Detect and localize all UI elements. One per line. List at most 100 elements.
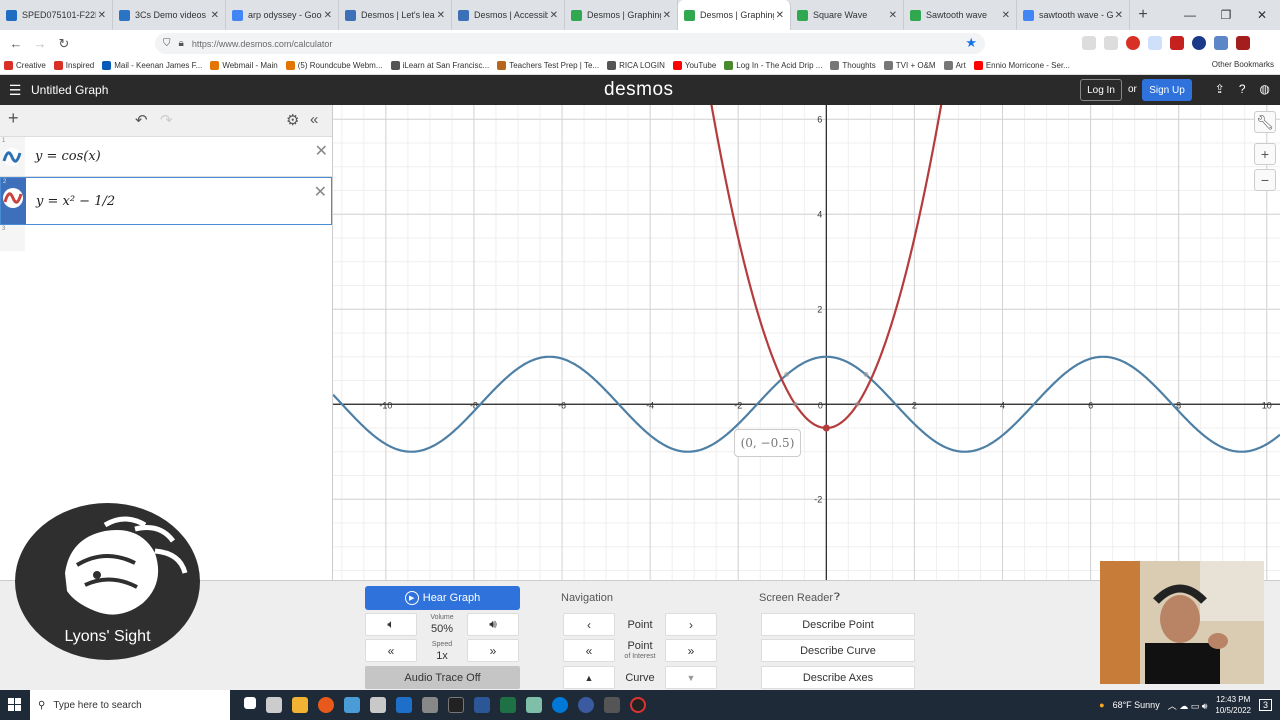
expression-row-1[interactable]: 1 y = cos(x) ✕ bbox=[0, 137, 332, 177]
collapse-panel-icon[interactable]: « bbox=[310, 111, 318, 128]
previous-point-button[interactable]: ‹ bbox=[563, 613, 615, 636]
app-icon[interactable] bbox=[526, 697, 542, 713]
volume-down-button[interactable]: 🔈︎ bbox=[365, 613, 417, 636]
browser-tab[interactable]: sawtooth wave - Goo✕ bbox=[1017, 0, 1130, 30]
url-input[interactable]: ⛉ 🔒︎ https://www.desmos.com/calculator ★ bbox=[155, 33, 985, 54]
weather-text[interactable]: 68°F Sunny bbox=[1113, 700, 1160, 710]
app-icon[interactable] bbox=[370, 697, 386, 713]
browser-tab[interactable]: Desmos | Graphing C✕ bbox=[678, 0, 791, 30]
bookmark-item[interactable]: (5) Roundcube Webm... bbox=[282, 61, 387, 70]
globe-icon[interactable]: ◍ bbox=[1260, 82, 1270, 96]
menu-icon[interactable]: ☰ bbox=[0, 82, 30, 99]
adblock-icon[interactable] bbox=[1126, 36, 1140, 50]
bookmark-star-icon[interactable]: ★ bbox=[965, 35, 977, 51]
browser-tab[interactable]: 3Cs Demo videos - D✕ bbox=[113, 0, 226, 30]
bookmark-item[interactable]: Inspired bbox=[50, 61, 98, 70]
notifications-icon[interactable]: 3 bbox=[1258, 699, 1272, 711]
audio-trace-toggle[interactable]: Audio Trace Off bbox=[365, 666, 520, 689]
new-tab-button[interactable]: + bbox=[1130, 0, 1156, 30]
close-tab-icon[interactable]: ✕ bbox=[663, 10, 671, 21]
close-tab-icon[interactable]: ✕ bbox=[324, 10, 332, 21]
settings-icon[interactable] bbox=[266, 697, 282, 713]
help-circle-icon[interactable]: ❓︎ bbox=[834, 592, 840, 603]
terminal-icon[interactable] bbox=[448, 697, 464, 713]
expression-gutter[interactable]: 1 bbox=[0, 137, 25, 176]
volume-up-button[interactable]: 🔊︎ bbox=[467, 613, 519, 636]
app-icon[interactable] bbox=[344, 697, 360, 713]
pocket-icon[interactable] bbox=[1082, 36, 1096, 50]
describe-axes-button[interactable]: Describe Axes bbox=[761, 666, 915, 689]
browser-tab[interactable]: SPED075101-F22R-31✕ bbox=[0, 0, 113, 30]
file-explorer-icon[interactable] bbox=[292, 697, 308, 713]
add-expression-icon[interactable]: + bbox=[8, 108, 19, 129]
bookmark-item[interactable]: Mail - Keenan James F... bbox=[98, 61, 206, 70]
bookmark-item[interactable]: Webmail - Main bbox=[206, 61, 281, 70]
reload-icon[interactable]: ↻ bbox=[52, 36, 76, 52]
bookmark-item[interactable]: Art bbox=[940, 61, 970, 70]
app-icon[interactable] bbox=[604, 697, 620, 713]
describe-point-button[interactable]: Describe Point bbox=[761, 613, 915, 636]
zoom-in-icon[interactable]: + bbox=[1254, 143, 1276, 165]
next-point-button[interactable]: › bbox=[665, 613, 717, 636]
expression-gutter[interactable]: 2 bbox=[1, 178, 26, 224]
delete-expression-icon[interactable]: ✕ bbox=[314, 182, 327, 202]
clock[interactable]: 12:43 PM 10/5/2022 bbox=[1215, 694, 1251, 716]
other-bookmarks[interactable]: Other Bookmarks bbox=[1212, 60, 1274, 69]
obs-icon[interactable] bbox=[630, 697, 646, 713]
close-window-icon[interactable]: ✕ bbox=[1244, 0, 1280, 30]
expression-row-2[interactable]: 2 y = x² − 1/2 ✕ bbox=[0, 177, 332, 225]
graph-svg[interactable]: -10 -8 -6 -4 -2 0 2 4 6 8 10642-2 bbox=[333, 105, 1280, 580]
extension-blue-icon[interactable] bbox=[1192, 36, 1206, 50]
close-tab-icon[interactable]: ✕ bbox=[776, 10, 784, 21]
bookmark-item[interactable]: YouTube bbox=[669, 61, 720, 70]
edge-icon[interactable] bbox=[552, 697, 568, 713]
hear-graph-button[interactable]: ▶ Hear Graph bbox=[365, 586, 520, 610]
browser-tab[interactable]: Square Wave ✕ bbox=[791, 0, 904, 30]
wrench-icon[interactable]: 🔧︎ bbox=[1254, 111, 1276, 133]
task-view-icon[interactable] bbox=[244, 697, 256, 709]
extension-red-icon[interactable] bbox=[1170, 36, 1184, 50]
expression-math[interactable]: y = x² − 1/2 bbox=[36, 194, 115, 209]
previous-curve-button[interactable]: ▲ bbox=[563, 666, 615, 689]
signup-button[interactable]: Sign Up bbox=[1142, 79, 1192, 101]
translate-icon[interactable] bbox=[1214, 36, 1228, 50]
close-tab-icon[interactable]: ✕ bbox=[550, 10, 558, 21]
bookmark-item[interactable]: Teachers Test Prep | Te... bbox=[493, 61, 603, 70]
zoom-out-icon[interactable]: − bbox=[1254, 169, 1276, 191]
download-icon[interactable] bbox=[1104, 36, 1118, 50]
close-tab-icon[interactable]: ✕ bbox=[211, 10, 219, 21]
word-icon[interactable] bbox=[474, 697, 490, 713]
extension-dark-red-icon[interactable] bbox=[1236, 36, 1250, 50]
next-curve-button[interactable]: ▼ bbox=[665, 666, 717, 689]
bookmark-item[interactable]: Creative bbox=[0, 61, 50, 70]
delete-expression-icon[interactable]: ✕ bbox=[315, 141, 328, 161]
windows-start-icon[interactable] bbox=[0, 690, 30, 720]
close-tab-icon[interactable]: ✕ bbox=[98, 10, 106, 21]
firefox-icon[interactable] bbox=[318, 697, 334, 713]
close-tab-icon[interactable]: ✕ bbox=[889, 10, 897, 21]
bookmark-item[interactable]: Thoughts bbox=[826, 61, 879, 70]
undo-icon[interactable]: ↶ bbox=[135, 111, 148, 129]
close-tab-icon[interactable]: ✕ bbox=[1002, 10, 1010, 21]
redo-icon[interactable]: ↷ bbox=[160, 111, 173, 129]
excel-icon[interactable] bbox=[500, 697, 516, 713]
next-poi-button[interactable]: » bbox=[665, 639, 717, 662]
bookmark-item[interactable]: RICA LOGIN bbox=[603, 61, 669, 70]
help-icon[interactable]: ? bbox=[1239, 82, 1246, 96]
browser-tab[interactable]: Desmos | Accessibility✕ bbox=[452, 0, 565, 30]
close-tab-icon[interactable]: ✕ bbox=[1115, 10, 1123, 21]
speed-up-button[interactable]: » bbox=[467, 639, 519, 662]
browser-tab[interactable]: Desmos | Graphing C✕ bbox=[565, 0, 678, 30]
tray-icons[interactable]: ︿ ☁ ▭ 🔊︎ bbox=[1168, 699, 1208, 712]
close-tab-icon[interactable]: ✕ bbox=[437, 10, 445, 21]
speed-down-button[interactable]: « bbox=[365, 639, 417, 662]
mail-icon[interactable] bbox=[396, 697, 412, 713]
describe-curve-button[interactable]: Describe Curve bbox=[761, 639, 915, 662]
bookmark-item[interactable]: Ennio Morricone - Ser... bbox=[970, 61, 1074, 70]
graph-title[interactable]: Untitled Graph bbox=[31, 83, 108, 97]
vpn-icon[interactable] bbox=[578, 697, 594, 713]
calculator-icon[interactable] bbox=[422, 697, 438, 713]
bookmark-item[interactable]: Log In - The Acid Drip ... bbox=[720, 61, 826, 70]
login-button[interactable]: Log In bbox=[1080, 79, 1122, 101]
bookmark-item[interactable]: TVI + O&M bbox=[880, 61, 940, 70]
